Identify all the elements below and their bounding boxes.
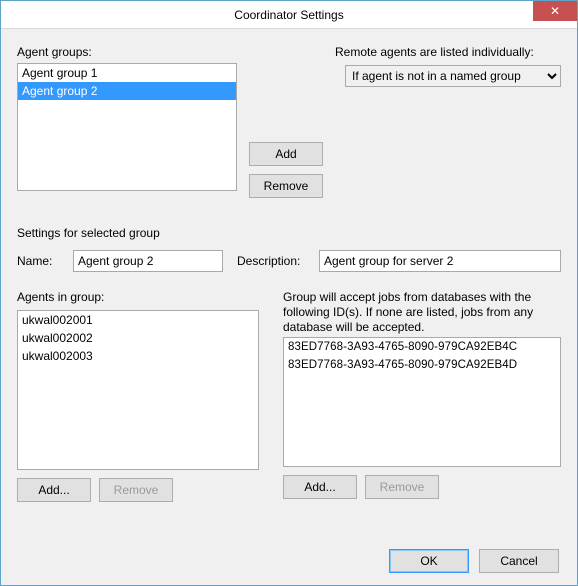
close-icon: ✕	[550, 4, 560, 18]
add-database-button[interactable]: Add...	[283, 475, 357, 499]
close-button[interactable]: ✕	[533, 1, 577, 21]
database-id-item[interactable]: 83ED7768-3A93-4765-8090-979CA92EB4C	[284, 338, 560, 356]
agents-in-group-list[interactable]: ukwal002001 ukwal002002 ukwal002003	[17, 310, 259, 470]
database-id-item[interactable]: 83ED7768-3A93-4765-8090-979CA92EB4D	[284, 356, 560, 374]
agent-groups-label: Agent groups:	[17, 45, 237, 59]
group-description-input[interactable]	[319, 250, 561, 272]
remote-agents-select[interactable]: If agent is not in a named group	[345, 65, 561, 87]
cancel-button[interactable]: Cancel	[479, 549, 559, 573]
agent-item[interactable]: ukwal002001	[18, 311, 258, 329]
database-help-text: Group will accept jobs from databases wi…	[283, 290, 561, 335]
agents-in-group-label: Agents in group:	[17, 290, 259, 304]
agent-groups-list[interactable]: Agent group 1 Agent group 2	[17, 63, 237, 191]
remove-agent-button[interactable]: Remove	[99, 478, 173, 502]
agent-item[interactable]: ukwal002003	[18, 347, 258, 365]
group-settings-heading: Settings for selected group	[17, 226, 561, 240]
titlebar: Coordinator Settings ✕	[1, 1, 577, 29]
name-label: Name:	[17, 254, 63, 268]
agent-group-item[interactable]: Agent group 1	[18, 64, 236, 82]
coordinator-settings-window: Coordinator Settings ✕ Agent groups: Age…	[0, 0, 578, 586]
group-name-input[interactable]	[73, 250, 223, 272]
description-label: Description:	[237, 254, 309, 268]
remote-agents-label: Remote agents are listed individually:	[335, 45, 561, 59]
add-group-button[interactable]: Add	[249, 142, 323, 166]
agent-item[interactable]: ukwal002002	[18, 329, 258, 347]
agent-group-item[interactable]: Agent group 2	[18, 82, 236, 100]
add-agent-button[interactable]: Add...	[17, 478, 91, 502]
dialog-content: Agent groups: Agent group 1 Agent group …	[1, 29, 577, 585]
remove-group-button[interactable]: Remove	[249, 174, 323, 198]
database-ids-list[interactable]: 83ED7768-3A93-4765-8090-979CA92EB4C 83ED…	[283, 337, 561, 467]
ok-button[interactable]: OK	[389, 549, 469, 573]
remove-database-button[interactable]: Remove	[365, 475, 439, 499]
window-title: Coordinator Settings	[1, 8, 577, 22]
